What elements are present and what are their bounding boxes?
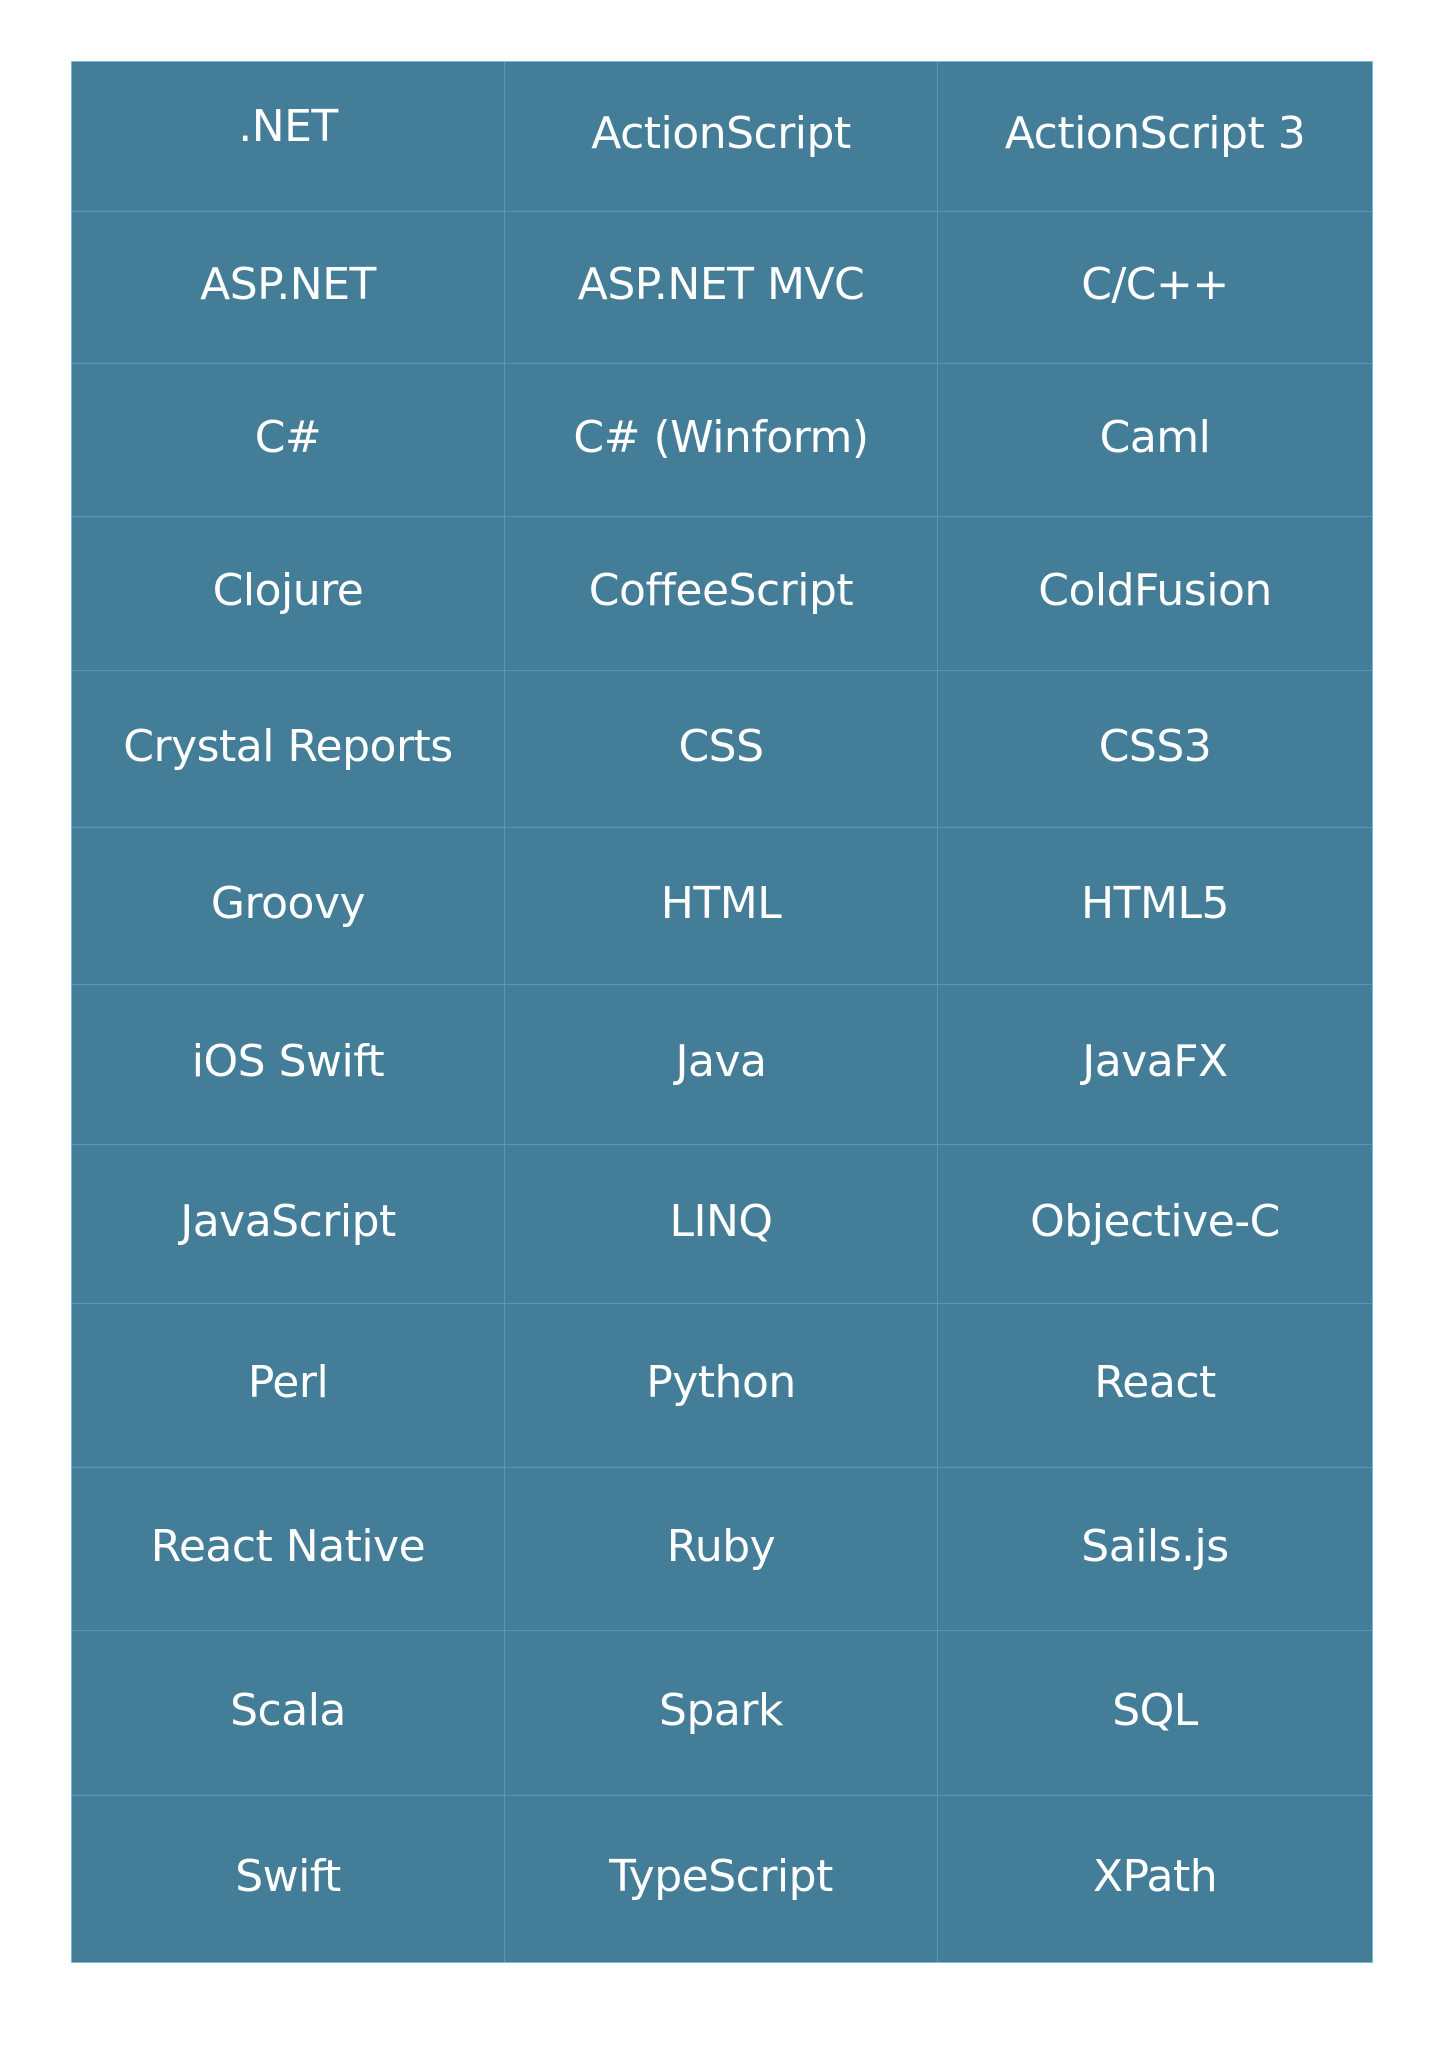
grid-cell: HTML5 [938,828,1372,985]
grid-cell: .NET [72,62,505,212]
grid-cell: C# (Winform) [505,364,938,517]
grid-cell: Java [505,985,938,1145]
grid-cell: Scala [72,1631,505,1796]
grid-cell: Clojure [72,517,505,671]
grid-cell: Python [505,1304,938,1468]
grid-cell: CoffeeScript [505,517,938,671]
grid-cell: JavaFX [938,985,1372,1145]
grid-cell: XPath [1092,1850,1218,1902]
grid-cell: Objective-C [938,1145,1372,1304]
grid-cell: HTML [505,828,938,985]
grid-cell: Sails.js [938,1468,1372,1631]
grid-cell: Spark [505,1631,938,1796]
grid-cell: Ruby [505,1468,938,1631]
grid-cell: TypeScript [505,1796,938,1962]
grid-cell: React [938,1304,1372,1468]
grid-cell: Caml [938,364,1372,517]
grid-cell: LINQ [505,1145,938,1304]
grid-cell: Groovy [72,828,505,985]
grid-cell: JavaScript [72,1145,505,1304]
grid-cell: React Native [72,1468,505,1631]
technology-grid: .NET ActionScript ActionScript 3 ASP.NET… [72,62,1372,1962]
grid-cell: Swift [72,1796,505,1962]
grid-cell: iOS Swift [72,985,505,1145]
grid-cell: ActionScript 3 [938,62,1372,212]
grid-cell: ASP.NET [72,212,505,364]
grid-cell: CSS3 [938,671,1372,828]
grid-cell: Perl [72,1304,505,1468]
grid-cell: C/C++ [938,212,1372,364]
grid-cell: C# [72,364,505,517]
grid-cell: SQL [938,1631,1372,1796]
grid-cell: ColdFusion [938,517,1372,671]
grid-cell: CSS [505,671,938,828]
grid-cell: ASP.NET MVC [505,212,938,364]
grid-cell: Crystal Reports [72,671,505,828]
grid-cell: ActionScript [505,62,938,212]
